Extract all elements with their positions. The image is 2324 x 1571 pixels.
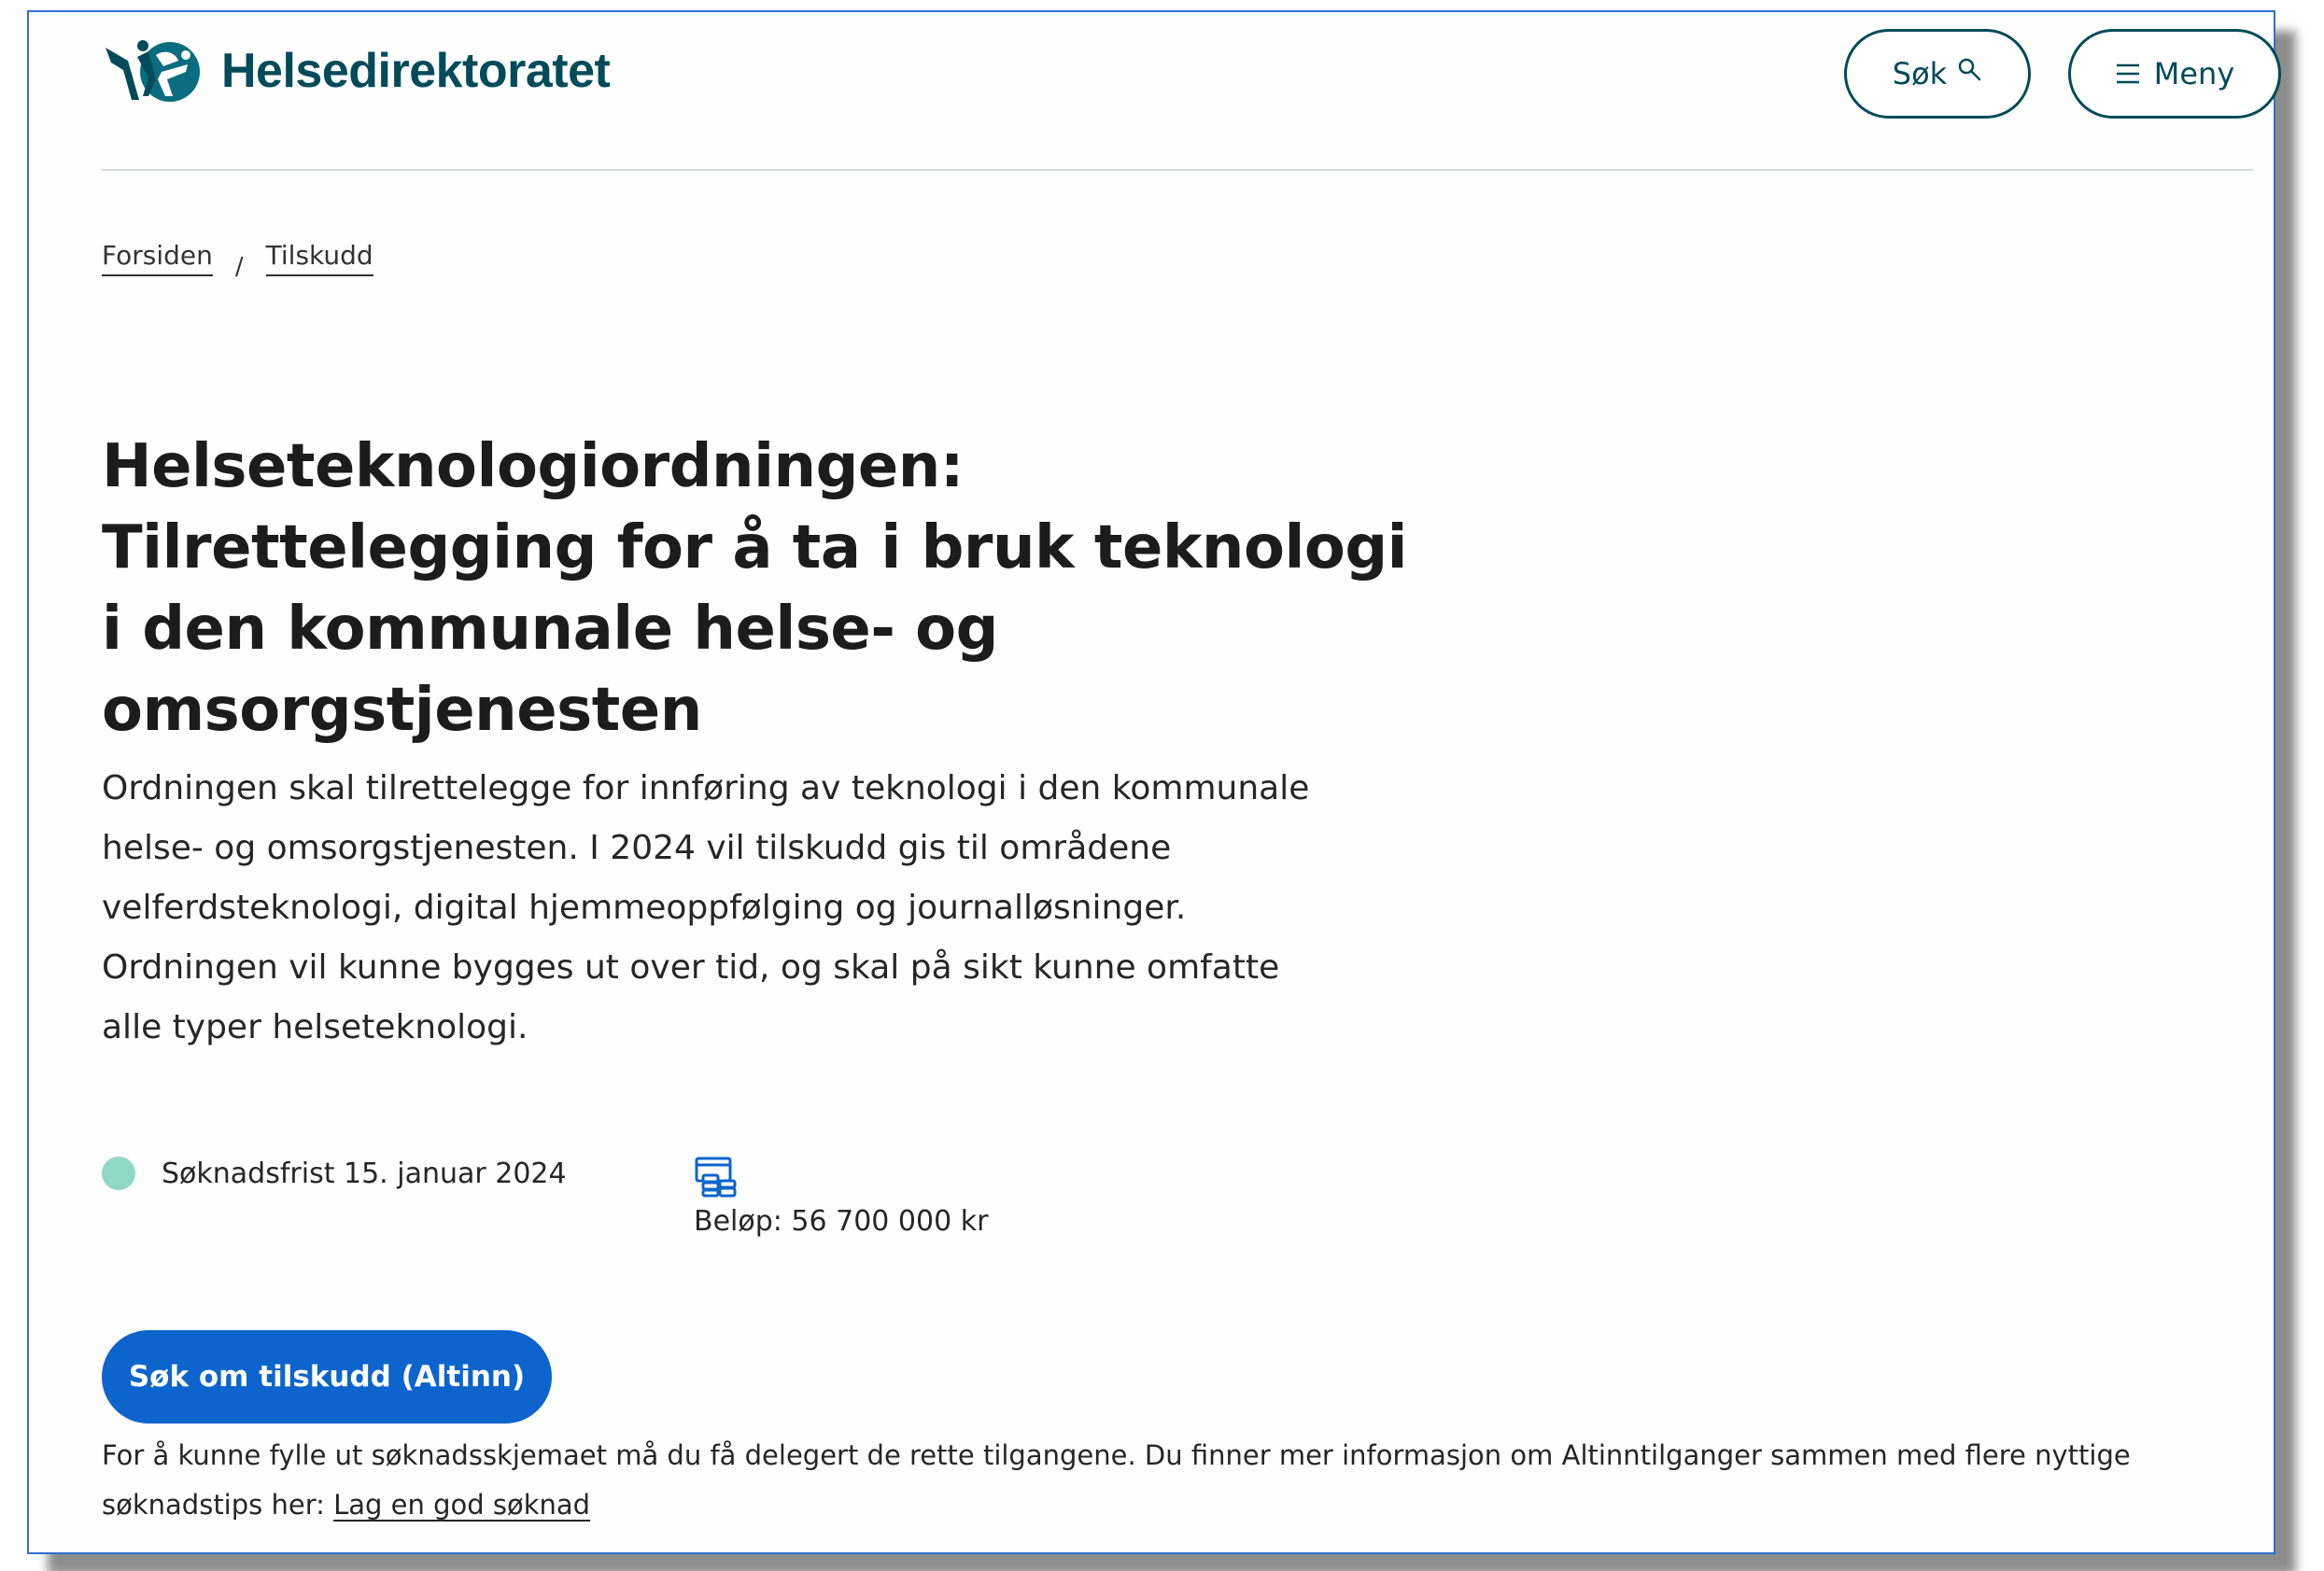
lead-line: alle typer helseteknologi. [102, 1008, 528, 1046]
site-header: Helsedirektoratet Søk Meny [102, 12, 2281, 171]
status-dot-icon [102, 1157, 135, 1190]
logo-icon [106, 40, 200, 102]
title-line: omsorgstjenesten [102, 676, 702, 745]
logo[interactable]: Helsedirektoratet [102, 38, 611, 104]
search-icon [1958, 58, 1981, 81]
money-icon [695, 1157, 737, 1198]
good-application-link[interactable]: Lag en god søknad [333, 1489, 590, 1521]
breadcrumb-item-tilskudd[interactable]: Tilskudd [265, 240, 373, 276]
lead-line: Ordningen vil kunne bygges ut over tid, … [102, 948, 1280, 987]
logo-text: Helsedirektoratet [221, 44, 611, 98]
title-line: Helseteknologiordningen: [102, 432, 964, 501]
apply-grant-button[interactable]: Søk om tilskudd (Altinn) [102, 1330, 552, 1424]
menu-button[interactable]: Meny [2068, 29, 2281, 119]
menu-label: Meny [2153, 56, 2235, 91]
deadline-info: Søknadsfrist 15. januar 2024 [102, 1157, 567, 1190]
application-note: For å kunne fylle ut søknadsskjemaet må … [102, 1431, 2268, 1530]
lead-line: Ordningen skal tilrettelegge for innføri… [102, 769, 1310, 807]
search-label: Søk [1892, 56, 1948, 91]
lead-line: helse- og omsorgstjenesten. I 2024 vil t… [102, 829, 1172, 867]
title-line: Tilrettelegging for å ta i bruk teknolog… [102, 513, 1408, 582]
menu-icon [2116, 63, 2139, 84]
breadcrumb: Forsiden / Tilskudd [102, 240, 373, 281]
deadline-text: Søknadsfrist 15. januar 2024 [162, 1157, 567, 1190]
amount-text: Beløp: 56 700 000 kr [694, 1205, 989, 1238]
page-title: Helseteknologiordningen: Tilrettelegging… [102, 427, 1484, 751]
search-button[interactable]: Søk [1844, 29, 2031, 119]
amount-info: Beløp: 56 700 000 kr [694, 1153, 988, 1238]
breadcrumb-separator: / [234, 253, 244, 281]
breadcrumb-item-forsiden[interactable]: Forsiden [102, 240, 213, 276]
browser-frame: Helsedirektoratet Søk Meny Forsiden / Ti… [27, 10, 2281, 1554]
lead-paragraph: Ordningen skal tilrettelegge for innføri… [102, 759, 1446, 1058]
lead-line: velferdsteknologi, digital hjemmeoppfølg… [102, 889, 1187, 927]
title-line: i den kommunale helse- og [102, 595, 998, 664]
